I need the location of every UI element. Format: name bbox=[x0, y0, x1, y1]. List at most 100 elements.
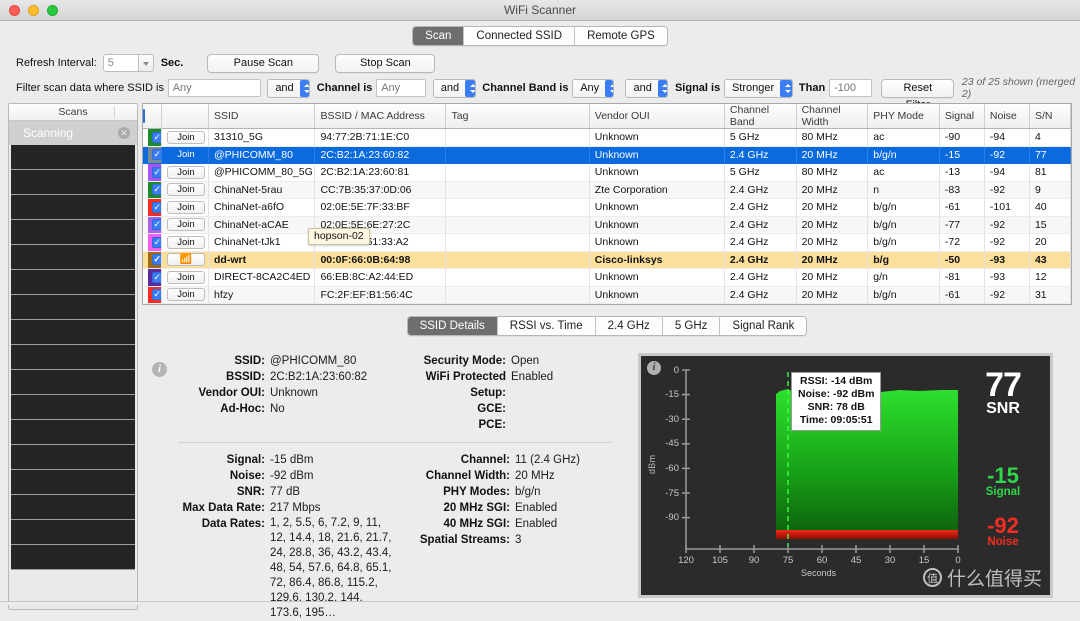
signal-threshold-input[interactable] bbox=[828, 79, 872, 97]
join-button[interactable]: Join bbox=[166, 183, 205, 197]
detail-tab-bar[interactable]: SSID Details RSSI vs. Time 2.4 GHz 5 GHz… bbox=[406, 316, 808, 336]
scan-history-row[interactable] bbox=[11, 345, 135, 370]
sidebar-item-scanning[interactable]: Scanning ✕ bbox=[9, 121, 137, 145]
row-color-checkbox-cell[interactable] bbox=[143, 146, 162, 164]
and-operator-1-dropdown[interactable]: and bbox=[267, 78, 311, 98]
join-cell[interactable]: Join bbox=[161, 128, 210, 147]
scan-history-row[interactable] bbox=[11, 295, 135, 320]
select-all-header[interactable] bbox=[143, 104, 162, 129]
row-checkbox[interactable] bbox=[151, 218, 161, 231]
row-color-swatch[interactable] bbox=[148, 164, 161, 181]
join-button[interactable]: Join bbox=[166, 270, 205, 284]
row-checkbox[interactable] bbox=[151, 166, 161, 178]
tab-rssi-vs-time[interactable]: RSSI vs. Time bbox=[497, 317, 596, 335]
row-color-swatch[interactable] bbox=[148, 216, 161, 233]
chevron-updown-icon[interactable] bbox=[657, 79, 668, 97]
join-cell[interactable]: Join bbox=[161, 268, 210, 287]
reset-filter-button[interactable]: Reset Filter bbox=[881, 78, 955, 111]
row-checkbox[interactable] bbox=[151, 288, 161, 301]
row-color-swatch[interactable] bbox=[148, 251, 161, 268]
tab-2-4-ghz[interactable]: 2.4 GHz bbox=[595, 317, 663, 335]
table-row[interactable]: JoinChinaNet-aCAE02:0E:5E:6E:27:2CUnknow… bbox=[143, 216, 1072, 234]
col-phy-mode[interactable]: PHY Mode bbox=[867, 104, 940, 129]
join-cell[interactable]: Join bbox=[161, 181, 210, 199]
scan-history-row[interactable] bbox=[11, 420, 135, 445]
col-signal[interactable]: Signal bbox=[939, 104, 985, 129]
stop-scan-button[interactable]: Stop Scan bbox=[335, 53, 436, 73]
channel-band-dropdown[interactable]: Any bbox=[572, 78, 615, 98]
row-color-checkbox-cell[interactable] bbox=[143, 233, 162, 252]
chevron-updown-icon[interactable] bbox=[780, 79, 793, 97]
join-button[interactable]: Join bbox=[166, 130, 205, 144]
col-ssid[interactable]: SSID bbox=[208, 104, 316, 129]
join-button[interactable]: Join bbox=[166, 288, 205, 302]
row-color-swatch[interactable] bbox=[148, 199, 161, 216]
tab-scan[interactable]: Scan bbox=[413, 27, 465, 45]
row-checkbox[interactable] bbox=[151, 201, 161, 213]
scan-history-row[interactable] bbox=[11, 145, 135, 170]
join-cell[interactable]: 📶 bbox=[161, 251, 210, 269]
scan-history-row[interactable] bbox=[11, 195, 135, 220]
row-color-checkbox-cell[interactable] bbox=[143, 286, 162, 304]
row-color-swatch[interactable] bbox=[148, 146, 161, 163]
table-row[interactable]: Join31310_5G94:77:2B:71:1E:C0 Unknown5 GH… bbox=[143, 128, 1072, 147]
row-color-swatch[interactable] bbox=[148, 234, 161, 251]
scan-history-row[interactable] bbox=[11, 220, 135, 245]
col-join[interactable] bbox=[161, 104, 210, 129]
signal-comparator-dropdown[interactable]: Stronger bbox=[723, 78, 794, 98]
tab-remote-gps[interactable]: Remote GPS bbox=[575, 27, 667, 45]
col-bssid[interactable]: BSSID / MAC Address bbox=[314, 104, 447, 129]
col-tag[interactable]: Tag bbox=[445, 104, 590, 129]
row-color-checkbox-cell[interactable] bbox=[143, 198, 162, 217]
select-all-checkbox[interactable] bbox=[143, 109, 145, 123]
row-checkbox[interactable] bbox=[151, 271, 161, 283]
channel-filter-input[interactable] bbox=[376, 79, 427, 97]
table-row[interactable]: JoinChinaNet-a6fO02:0E:5E:7F:33:BF Unknow… bbox=[143, 198, 1072, 217]
table-row[interactable]: JoinDIRECT-8CA2C4ED66:EB:8C:A2:44:ED Unkn… bbox=[143, 268, 1072, 287]
scan-history-row[interactable] bbox=[11, 495, 135, 520]
table-row[interactable]: 📶dd-wrt00:0F:66:0B:64:98 Cisco-linksys2.4… bbox=[143, 251, 1072, 269]
row-color-swatch[interactable] bbox=[148, 129, 161, 146]
scan-history-row[interactable] bbox=[11, 270, 135, 295]
row-color-swatch[interactable] bbox=[148, 269, 161, 286]
join-button[interactable]: Join bbox=[166, 148, 205, 162]
refresh-interval-input[interactable]: 5 bbox=[102, 54, 139, 72]
scan-history-row[interactable] bbox=[11, 520, 135, 545]
scan-history-row[interactable] bbox=[11, 545, 135, 570]
row-color-checkbox-cell[interactable] bbox=[143, 128, 162, 147]
scan-history-row[interactable] bbox=[11, 370, 135, 395]
scan-history-row[interactable] bbox=[11, 395, 135, 420]
col-vendor-oui[interactable]: Vendor OUI bbox=[589, 104, 725, 129]
wifi-icon[interactable]: 📶 bbox=[166, 253, 205, 267]
close-icon[interactable]: ✕ bbox=[118, 127, 130, 139]
tab-ssid-details[interactable]: SSID Details bbox=[407, 317, 498, 335]
table-row[interactable]: JoinChinaNet-5rauCC:7B:35:37:0D:06 Zte Co… bbox=[143, 181, 1072, 199]
rssi-time-graph[interactable]: i dBm 0 -15 -30 -45 -60 -75 -90 120 105 … bbox=[638, 353, 1053, 598]
col-channel-width[interactable]: Channel Width bbox=[796, 104, 869, 129]
join-cell[interactable]: Join bbox=[161, 198, 210, 217]
refresh-interval-dropdown-arrow[interactable] bbox=[138, 54, 154, 72]
row-checkbox[interactable] bbox=[151, 148, 161, 161]
tab-signal-rank[interactable]: Signal Rank bbox=[720, 317, 807, 335]
col-sn[interactable]: S/N bbox=[1029, 104, 1072, 129]
join-cell[interactable]: Join bbox=[161, 163, 210, 182]
scan-history-row[interactable] bbox=[11, 245, 135, 270]
top-tab-bar[interactable]: Scan Connected SSID Remote GPS bbox=[412, 26, 668, 46]
tab-connected-ssid[interactable]: Connected SSID bbox=[464, 27, 576, 45]
row-checkbox[interactable] bbox=[151, 183, 161, 196]
ssid-filter-input[interactable] bbox=[167, 79, 261, 97]
scan-history-row[interactable] bbox=[11, 170, 135, 195]
row-color-checkbox-cell[interactable] bbox=[143, 268, 162, 287]
table-row[interactable]: Join@PHICOMM_802C:B2:1A:23:60:82Unknown2… bbox=[143, 146, 1072, 164]
and-operator-3-dropdown[interactable]: and bbox=[625, 78, 669, 98]
scan-history-list[interactable] bbox=[9, 145, 137, 609]
join-cell[interactable]: Join bbox=[161, 216, 210, 234]
join-button[interactable]: Join bbox=[166, 235, 205, 249]
chevron-updown-icon[interactable] bbox=[465, 79, 475, 97]
row-color-checkbox-cell[interactable] bbox=[143, 251, 162, 269]
join-cell[interactable]: Join bbox=[161, 146, 210, 164]
and-operator-2-dropdown[interactable]: and bbox=[432, 78, 476, 98]
row-color-checkbox-cell[interactable] bbox=[143, 163, 162, 182]
access-point-table[interactable]: SSID BSSID / MAC Address Tag Vendor OUI … bbox=[142, 103, 1072, 305]
row-checkbox[interactable] bbox=[151, 131, 161, 143]
